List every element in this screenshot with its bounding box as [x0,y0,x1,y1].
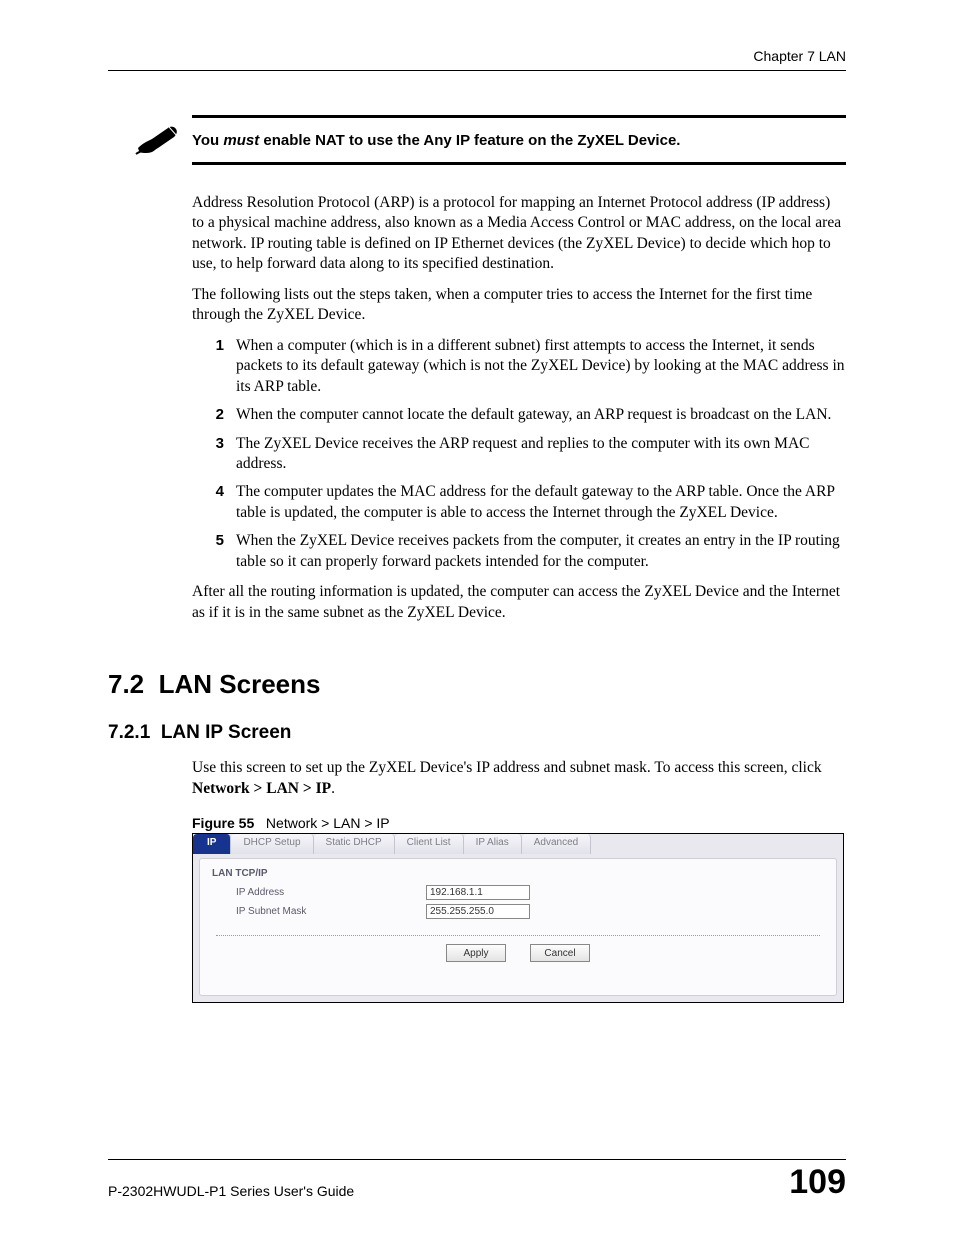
page-number: 109 [789,1165,846,1199]
paragraph-intro-steps: The following lists out the steps taken,… [192,285,846,326]
figure-screenshot: IP DHCP Setup Static DHCP Client List IP… [192,833,844,1003]
paragraph-screen-intro: Use this screen to set up the ZyXEL Devi… [192,758,846,799]
figure-caption: Figure 55 Network > LAN > IP [192,815,846,831]
label-ip-address: IP Address [236,887,426,898]
steps-list: 1 When a computer (which is in a differe… [210,336,846,573]
tab-client-list[interactable]: Client List [395,834,464,854]
chapter-label: Chapter 7 LAN [753,48,846,64]
input-ip-address[interactable] [426,885,530,900]
tab-ip[interactable]: IP [193,834,231,854]
page-header: Chapter 7 LAN [108,48,846,71]
note-block: You must enable NAT to use the Any IP fe… [192,115,846,165]
tab-row: IP DHCP Setup Static DHCP Client List IP… [193,834,843,854]
cancel-button[interactable]: Cancel [530,944,590,962]
note-icon [132,118,184,158]
paragraph-arp: Address Resolution Protocol (ARP) is a p… [192,193,846,275]
step-3: 3 The ZyXEL Device receives the ARP requ… [210,434,846,475]
nav-path: Network > LAN > IP [192,780,331,797]
step-4: 4 The computer updates the MAC address f… [210,482,846,523]
step-2: 2 When the computer cannot locate the de… [210,405,846,425]
subsection-heading: 7.2.1 LAN IP Screen [108,722,846,744]
button-row: Apply Cancel [200,944,836,962]
tab-body: LAN TCP/IP IP Address IP Subnet Mask App… [199,858,837,996]
section-label-lan-tcpip: LAN TCP/IP [200,859,836,883]
tab-advanced[interactable]: Advanced [522,834,591,854]
section-heading: 7.2 LAN Screens [108,669,846,700]
input-subnet-mask[interactable] [426,904,530,919]
paragraph-after-steps: After all the routing information is upd… [192,582,846,623]
divider [216,935,820,936]
footer-guide-name: P-2302HWUDL-P1 Series User's Guide [108,1183,354,1199]
tab-static-dhcp[interactable]: Static DHCP [314,834,395,854]
label-subnet-mask: IP Subnet Mask [236,906,426,917]
row-ip-address: IP Address [200,883,836,902]
tab-dhcp-setup[interactable]: DHCP Setup [231,834,313,854]
step-5: 5 When the ZyXEL Device receives packets… [210,531,846,572]
note-text: You must enable NAT to use the Any IP fe… [192,132,846,149]
apply-button[interactable]: Apply [446,944,506,962]
step-1: 1 When a computer (which is in a differe… [210,336,846,397]
page-footer: P-2302HWUDL-P1 Series User's Guide 109 [108,1159,846,1199]
row-subnet-mask: IP Subnet Mask [200,902,836,921]
tab-ip-alias[interactable]: IP Alias [464,834,522,854]
